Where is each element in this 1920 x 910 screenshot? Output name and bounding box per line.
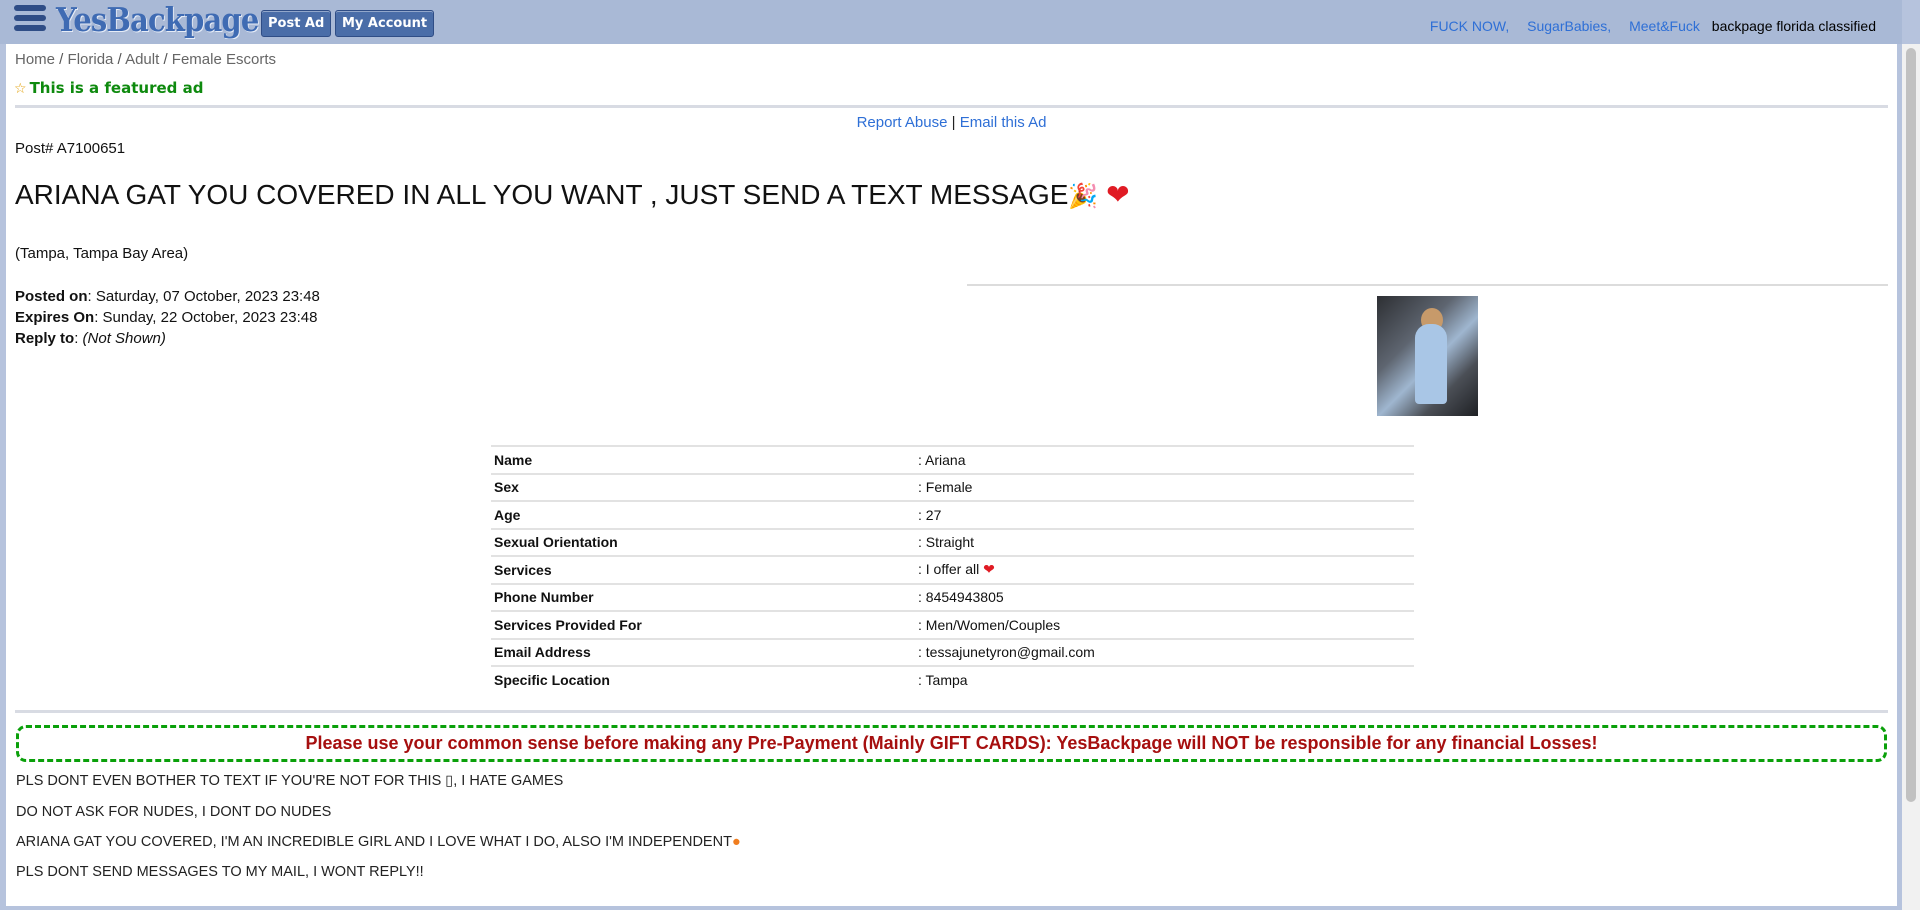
description-line: ARIANA GAT YOU COVERED, I'M AN INCREDIBL… — [16, 834, 732, 850]
photo-subject-body — [1415, 324, 1447, 404]
table-row: Services Provided For: Men/Women/Couples — [491, 610, 1414, 639]
site-logo[interactable]: YesBackpage — [56, 0, 259, 39]
detail-value: : tessajunetyron@gmail.com — [915, 637, 1414, 666]
email-ad-link[interactable]: Email this Ad — [960, 114, 1047, 131]
top-link-sugarbabies[interactable]: SugarBabies — [1527, 18, 1607, 34]
divider — [15, 710, 1888, 713]
scrollbar-thumb[interactable] — [1906, 48, 1916, 802]
detail-value: : 27 — [915, 500, 1414, 529]
table-row: Age: 27 — [491, 500, 1414, 529]
heart-icon: ❤ — [1106, 179, 1130, 210]
reply-value: (Not Shown) — [82, 330, 166, 347]
table-row: Name: Ariana — [491, 445, 1414, 474]
detail-key: Sex — [491, 472, 915, 501]
post-number: Post# A7100651 — [15, 140, 126, 157]
posted-label: Posted on — [15, 288, 88, 305]
top-link-fuck-now[interactable]: FUCK NOW — [1430, 18, 1505, 34]
description-line-wrap: ARIANA GAT YOU COVERED, I'M AN INCREDIBL… — [16, 834, 741, 850]
ad-photo[interactable] — [1377, 296, 1478, 416]
reply-colon: : — [74, 330, 83, 347]
expires-value: : Sunday, 22 October, 2023 23:48 — [94, 309, 318, 326]
peach-icon: ● — [731, 834, 741, 850]
ad-title: ARIANA GAT YOU COVERED IN ALL YOU WANT ,… — [15, 178, 1130, 211]
ad-meta: Posted on: Saturday, 07 October, 2023 23… — [15, 286, 320, 349]
ad-actions: Report Abuse | Email this Ad — [6, 114, 1897, 131]
detail-key: Services — [491, 555, 915, 584]
detail-key: Specific Location — [491, 665, 915, 693]
detail-value: : Straight — [915, 527, 1414, 556]
detail-value: : Ariana — [915, 445, 1414, 474]
divider — [15, 105, 1888, 108]
table-row: Services: I offer all ❤ — [491, 555, 1414, 584]
description-line: PLS DONT SEND MESSAGES TO MY MAIL, I WON… — [16, 864, 424, 880]
actions-separator: | — [951, 114, 956, 131]
ad-panel: Home / Florida / Adult / Female Escorts … — [6, 44, 1897, 906]
confetti-icon: 🎉 — [1068, 183, 1099, 210]
breadcrumb-female-escorts[interactable]: Female Escorts — [172, 51, 276, 68]
top-link-meet-fuck[interactable]: Meet&Fuck — [1629, 18, 1700, 34]
detail-key: Sexual Orientation — [491, 527, 915, 556]
breadcrumb-adult[interactable]: Adult — [125, 51, 159, 68]
detail-key: Age — [491, 500, 915, 529]
ad-location: (Tampa, Tampa Bay Area) — [15, 245, 189, 262]
table-row: Phone Number: 8454943805 — [491, 582, 1414, 611]
payment-warning: Please use your common sense before maki… — [16, 725, 1887, 762]
breadcrumb: Home / Florida / Adult / Female Escorts — [15, 51, 276, 68]
star-icon: ☆ — [14, 81, 27, 97]
detail-key: Phone Number — [491, 582, 915, 611]
detail-value: : Tampa — [915, 665, 1414, 693]
detail-key: Name — [491, 445, 915, 474]
table-row: Email Address: tessajunetyron@gmail.com — [491, 637, 1414, 666]
table-row: Sex: Female — [491, 472, 1414, 501]
posted-value: : Saturday, 07 October, 2023 23:48 — [87, 288, 320, 305]
reply-label: Reply to — [15, 330, 75, 347]
my-account-button[interactable]: My Account — [335, 10, 435, 37]
detail-key: Services Provided For — [491, 610, 915, 639]
top-links: FUCK NOW, SugarBabies, Meet&Fuck backpag… — [1429, 18, 1876, 34]
site-tagline: backpage florida classified — [1711, 18, 1876, 34]
ad-title-text: ARIANA GAT YOU COVERED IN ALL YOU WANT ,… — [15, 179, 1069, 210]
detail-key: Email Address — [491, 637, 915, 666]
detail-value: : I offer all — [918, 561, 980, 578]
top-bar: YesBackpage Post Ad My Account FUCK NOW,… — [0, 0, 1902, 44]
report-abuse-link[interactable]: Report Abuse — [857, 114, 948, 131]
expires-label: Expires On — [15, 309, 95, 326]
post-ad-button[interactable]: Post Ad — [261, 10, 332, 37]
table-row: Sexual Orientation: Straight — [491, 527, 1414, 556]
breadcrumb-florida[interactable]: Florida — [68, 51, 114, 68]
table-row: Specific Location: Tampa — [491, 665, 1414, 693]
breadcrumb-home[interactable]: Home — [15, 51, 55, 68]
scrollbar[interactable] — [1902, 44, 1920, 910]
description-line: DO NOT ASK FOR NUDES, I DONT DO NUDES — [16, 804, 332, 820]
divider — [967, 284, 1888, 286]
details-table: Name: Ariana Sex: Female Age: 27 Sexual … — [491, 445, 1414, 693]
detail-value: : Female — [915, 472, 1414, 501]
detail-value: : 8454943805 — [915, 582, 1414, 611]
featured-label: This is a featured ad — [29, 79, 204, 97]
detail-value: : Men/Women/Couples — [915, 610, 1414, 639]
heart-icon: ❤ — [983, 561, 995, 578]
featured-notice: ☆ This is a featured ad — [14, 79, 203, 97]
menu-icon[interactable] — [14, 5, 46, 37]
detail-value-cell: : I offer all ❤ — [915, 555, 1414, 584]
description-line: PLS DONT EVEN BOTHER TO TEXT IF YOU'RE N… — [16, 773, 564, 789]
